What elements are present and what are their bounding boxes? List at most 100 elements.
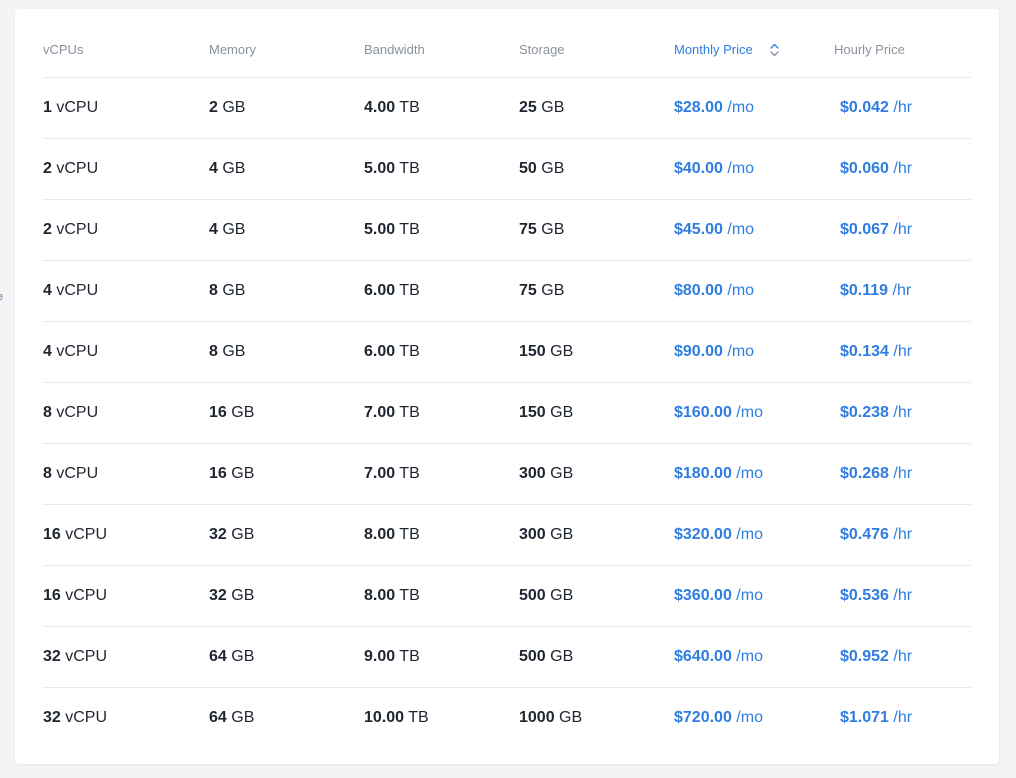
cell-vcpus-value: 8: [43, 464, 52, 482]
table-row[interactable]: 1 vCPU 2 GB 4.00 TB 25 GB $28.00 /mo $0.042 /…: [43, 77, 971, 139]
cell-hourly-price: $0.119 /hr: [834, 260, 971, 322]
cell-storage-value: 75: [519, 220, 537, 238]
cell-hourly-price-value: $0.476: [840, 525, 889, 543]
cell-vcpus: 8 vCPU: [43, 382, 209, 444]
cell-hourly-price-unit: /hr: [893, 220, 913, 238]
cell-monthly-price-unit: /mo: [727, 220, 755, 238]
cell-storage: 150 GB: [519, 382, 674, 444]
cell-hourly-price: $0.952 /hr: [834, 626, 971, 688]
cell-memory-unit: GB: [231, 647, 255, 665]
cell-memory-unit: GB: [231, 464, 255, 482]
cell-hourly-price-unit: /hr: [893, 525, 913, 543]
cell-vcpus-unit: vCPU: [56, 98, 99, 116]
cell-storage-unit: GB: [550, 647, 574, 665]
header-monthly-price[interactable]: Monthly Price: [674, 23, 834, 78]
header-memory[interactable]: Memory: [209, 23, 364, 78]
table-row[interactable]: 8 vCPU 16 GB 7.00 TB 300 GB $180.00 /mo $0.26…: [43, 443, 971, 505]
cell-monthly-price: $90.00 /mo: [674, 321, 834, 383]
cell-hourly-price-value: $0.952: [840, 647, 889, 665]
cell-bandwidth-value: 8.00: [364, 586, 396, 604]
table-row[interactable]: 16 vCPU 32 GB 8.00 TB 500 GB $360.00 /mo $0.5…: [43, 565, 971, 627]
cell-vcpus-value: 16: [43, 586, 61, 604]
cell-memory-value: 4: [209, 220, 218, 238]
table-row[interactable]: 32 vCPU 64 GB 9.00 TB 500 GB $640.00 /mo $0.9…: [43, 626, 971, 688]
cell-memory-unit: GB: [222, 281, 246, 299]
cell-bandwidth: 8.00 TB: [364, 565, 519, 627]
table-row[interactable]: 2 vCPU 4 GB 5.00 TB 50 GB $40.00 /mo $0.060 /…: [43, 138, 971, 200]
cell-bandwidth-unit: TB: [399, 281, 420, 299]
cell-vcpus-value: 2: [43, 159, 52, 177]
cell-hourly-price: $1.071 /hr: [834, 687, 971, 748]
cell-hourly-price-value: $0.134: [840, 342, 889, 360]
cell-monthly-price: $160.00 /mo: [674, 382, 834, 444]
cell-memory: 64 GB: [209, 626, 364, 688]
cell-monthly-price: $28.00 /mo: [674, 77, 834, 139]
cell-bandwidth-unit: TB: [399, 403, 420, 421]
cell-hourly-price: $0.060 /hr: [834, 138, 971, 200]
header-vcpus[interactable]: vCPUs: [43, 23, 209, 78]
cell-monthly-price-unit: /mo: [736, 647, 763, 665]
cell-monthly-price: $640.00 /mo: [674, 626, 834, 688]
cell-memory-value: 32: [209, 586, 227, 604]
cell-storage-value: 300: [519, 464, 546, 482]
cell-vcpus-value: 2: [43, 220, 52, 238]
cell-hourly-price-value: $0.536: [840, 586, 889, 604]
cell-storage-value: 300: [519, 525, 546, 543]
cell-memory-value: 64: [209, 647, 227, 665]
cell-storage-value: 500: [519, 586, 546, 604]
cell-storage: 500 GB: [519, 565, 674, 627]
cell-storage-unit: GB: [550, 403, 574, 421]
cell-storage-unit: GB: [550, 342, 574, 360]
cell-storage-value: 150: [519, 403, 546, 421]
header-bandwidth[interactable]: Bandwidth: [364, 23, 519, 78]
cell-bandwidth: 7.00 TB: [364, 382, 519, 444]
cell-vcpus: 2 vCPU: [43, 199, 209, 261]
sort-updown-icon[interactable]: [770, 43, 780, 57]
cell-hourly-price: $0.134 /hr: [834, 321, 971, 383]
cell-storage: 50 GB: [519, 138, 674, 200]
cell-vcpus-unit: vCPU: [56, 403, 99, 421]
table-row[interactable]: 4 vCPU 8 GB 6.00 TB 150 GB $90.00 /mo $0.134 …: [43, 321, 971, 383]
cell-storage-unit: GB: [541, 220, 565, 238]
cell-bandwidth-unit: TB: [399, 159, 420, 177]
cell-storage: 500 GB: [519, 626, 674, 688]
cell-storage: 150 GB: [519, 321, 674, 383]
cell-bandwidth: 10.00 TB: [364, 687, 519, 748]
cell-monthly-price-value: $90.00: [674, 342, 723, 360]
cell-bandwidth: 6.00 TB: [364, 321, 519, 383]
cell-storage-value: 50: [519, 159, 537, 177]
cell-bandwidth-value: 7.00: [364, 403, 396, 421]
cell-vcpus-unit: vCPU: [56, 342, 99, 360]
header-storage[interactable]: Storage: [519, 23, 674, 78]
cell-monthly-price-unit: /mo: [727, 98, 755, 116]
cell-hourly-price: $0.067 /hr: [834, 199, 971, 261]
cell-bandwidth-value: 6.00: [364, 281, 396, 299]
table-row[interactable]: 16 vCPU 32 GB 8.00 TB 300 GB $320.00 /mo $0.4…: [43, 504, 971, 566]
cell-bandwidth-value: 8.00: [364, 525, 396, 543]
table-row[interactable]: 4 vCPU 8 GB 6.00 TB 75 GB $80.00 /mo $0.119 /…: [43, 260, 971, 322]
cell-hourly-price-value: $0.119: [840, 281, 889, 299]
table-row[interactable]: 8 vCPU 16 GB 7.00 TB 150 GB $160.00 /mo $0.23…: [43, 382, 971, 444]
table-row[interactable]: 32 vCPU 64 GB 10.00 TB 1000 GB $720.00 /mo $1…: [43, 687, 971, 748]
cell-vcpus: 32 vCPU: [43, 687, 209, 748]
cell-hourly-price-unit: /hr: [893, 403, 913, 421]
cell-bandwidth: 5.00 TB: [364, 199, 519, 261]
cell-memory-unit: GB: [222, 159, 246, 177]
cell-bandwidth: 6.00 TB: [364, 260, 519, 322]
cell-monthly-price-unit: /mo: [736, 708, 763, 726]
cell-monthly-price-unit: /mo: [727, 342, 755, 360]
cell-memory-value: 64: [209, 708, 227, 726]
cell-monthly-price: $360.00 /mo: [674, 565, 834, 627]
cell-monthly-price: $40.00 /mo: [674, 138, 834, 200]
header-hourly-price[interactable]: Hourly Price: [834, 23, 971, 78]
cell-storage: 300 GB: [519, 443, 674, 505]
cell-vcpus-unit: vCPU: [65, 647, 108, 665]
cell-monthly-price-value: $80.00: [674, 281, 723, 299]
cell-vcpus: 1 vCPU: [43, 77, 209, 139]
table-row[interactable]: 2 vCPU 4 GB 5.00 TB 75 GB $45.00 /mo $0.067 /…: [43, 199, 971, 261]
cell-storage-value: 75: [519, 281, 537, 299]
cell-bandwidth-unit: TB: [399, 586, 420, 604]
cell-bandwidth: 7.00 TB: [364, 443, 519, 505]
cell-bandwidth-unit: TB: [399, 220, 420, 238]
cell-hourly-price: $0.268 /hr: [834, 443, 971, 505]
